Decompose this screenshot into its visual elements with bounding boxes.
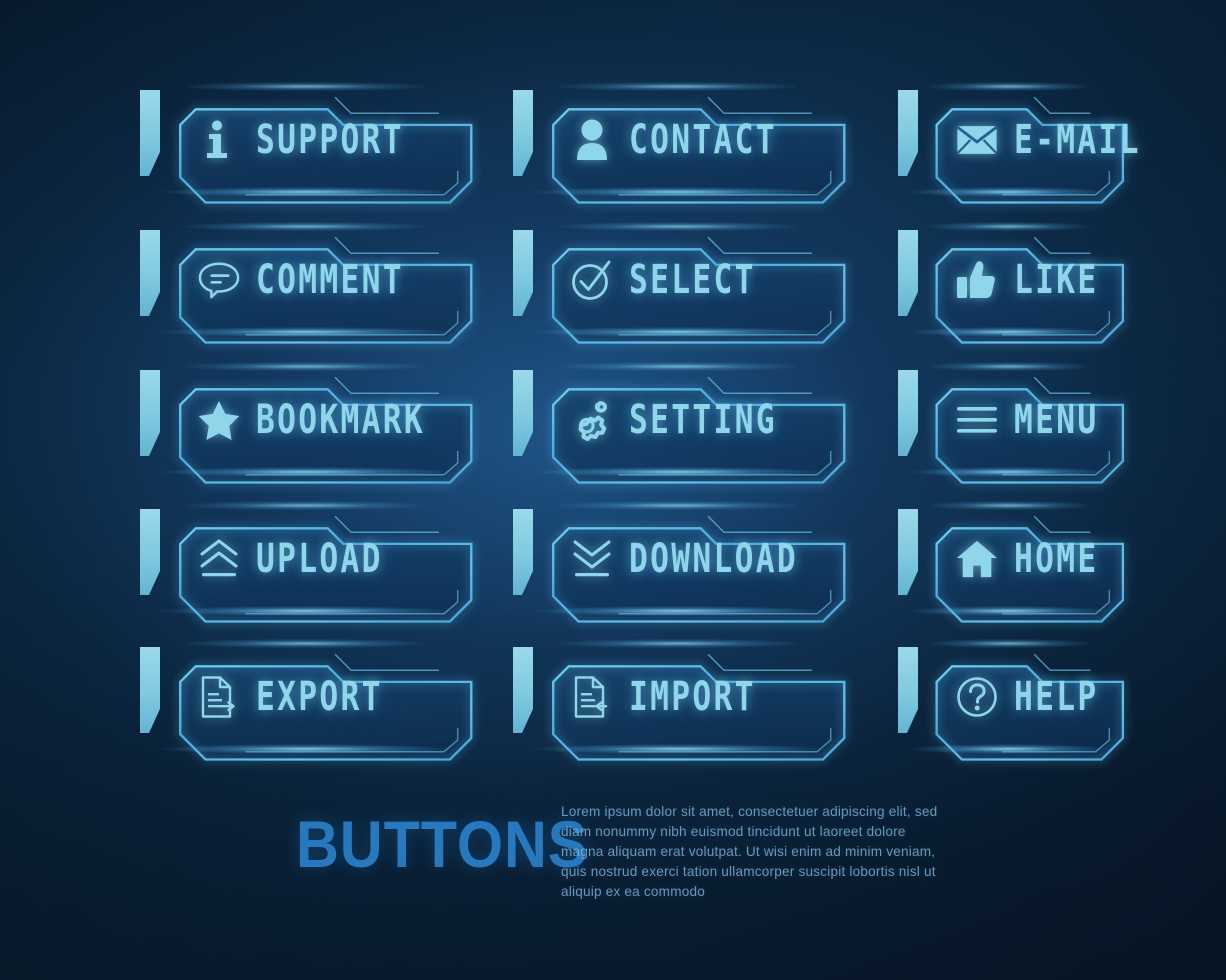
chevron-up-double-icon (198, 538, 240, 580)
button-export[interactable]: EXPORT (140, 639, 473, 761)
button-label: BOOKMARK (256, 396, 426, 444)
button-like[interactable]: LIKE (898, 222, 1125, 344)
button-label: LIKE (1014, 256, 1099, 304)
document-arrow-in-icon (571, 676, 613, 718)
button-email[interactable]: E-MAIL (898, 82, 1139, 204)
footer: BUTTONS Lorem ipsum dolor sit amet, cons… (0, 796, 1226, 906)
hamburger-menu-icon (956, 399, 998, 441)
button-label: E-MAIL (1014, 116, 1141, 164)
button-import[interactable]: IMPORT (513, 639, 846, 761)
question-circle-icon (956, 676, 998, 718)
button-label: SELECT (629, 256, 756, 304)
button-help[interactable]: HELP (898, 639, 1125, 761)
button-label: EXPORT (256, 673, 383, 721)
envelope-icon (956, 119, 998, 161)
speech-bubble-icon (198, 259, 240, 301)
info-icon (198, 119, 240, 161)
button-setting[interactable]: SETTING (513, 362, 846, 484)
button-label: SUPPORT (256, 116, 404, 164)
chevron-down-double-icon (571, 538, 613, 580)
footer-description: Lorem ipsum dolor sit amet, consectetuer… (561, 804, 938, 899)
button-download[interactable]: DOWNLOAD (513, 501, 846, 623)
star-icon (198, 399, 240, 441)
button-label: MENU (1014, 396, 1099, 444)
button-support[interactable]: SUPPORT (140, 82, 473, 204)
button-select[interactable]: SELECT (513, 222, 846, 344)
button-contact[interactable]: CONTACT (513, 82, 846, 204)
button-label: COMMENT (256, 256, 404, 304)
button-label: IMPORT (629, 673, 756, 721)
button-bookmark[interactable]: BOOKMARK (140, 362, 473, 484)
house-icon (956, 538, 998, 580)
button-menu[interactable]: MENU (898, 362, 1125, 484)
button-label: DOWNLOAD (629, 535, 799, 583)
button-home[interactable]: HOME (898, 501, 1125, 623)
button-label: SETTING (629, 396, 777, 444)
person-icon (571, 119, 613, 161)
document-arrow-out-icon (198, 676, 240, 718)
button-label: HOME (1014, 535, 1099, 583)
button-comment[interactable]: COMMENT (140, 222, 473, 344)
button-label: HELP (1014, 673, 1099, 721)
thumbs-up-icon (956, 259, 998, 301)
check-circle-icon (571, 259, 613, 301)
button-label: UPLOAD (256, 535, 383, 583)
poster-canvas: SUPPORT CONTACT E-MAIL COMMENT SELECT LI… (0, 0, 1226, 980)
button-upload[interactable]: UPLOAD (140, 501, 473, 623)
button-label: CONTACT (629, 116, 777, 164)
gears-icon (571, 399, 613, 441)
page-title: BUTTONS (296, 807, 589, 881)
